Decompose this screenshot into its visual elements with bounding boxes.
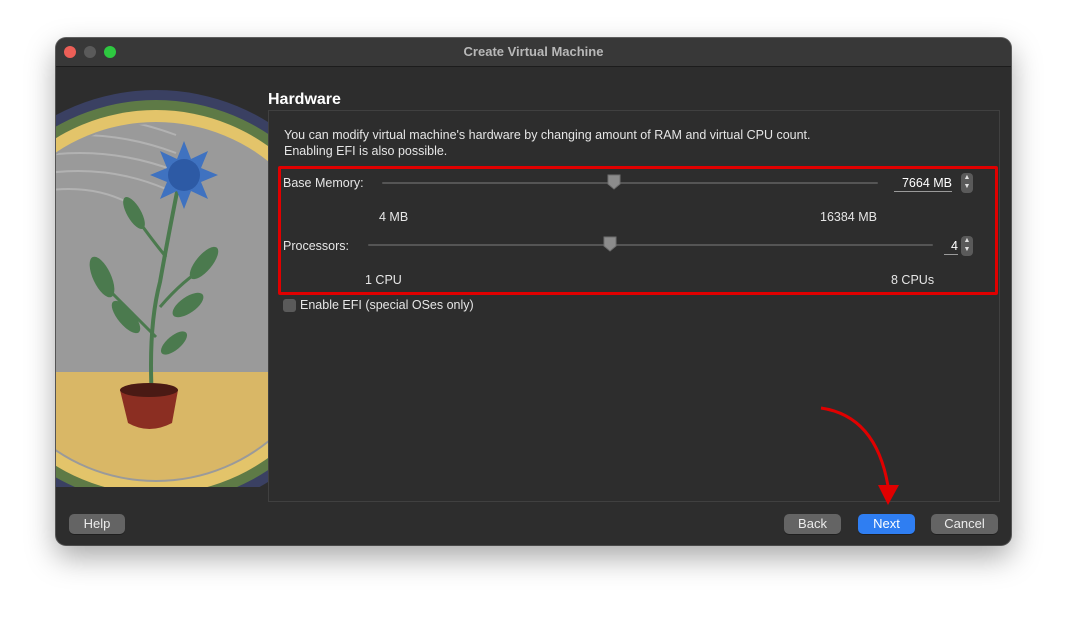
window-title: Create Virtual Machine xyxy=(463,44,604,59)
base-memory-stepper[interactable]: ▲ ▼ xyxy=(961,173,973,193)
chevron-up-icon[interactable]: ▲ xyxy=(961,236,973,245)
base-memory-value-field[interactable]: 7664 MB xyxy=(894,176,952,192)
chevron-down-icon[interactable]: ▼ xyxy=(961,245,973,254)
base-memory-min-label: 4 MB xyxy=(379,210,409,224)
base-memory-slider-thumb[interactable] xyxy=(607,174,621,190)
processors-value-field[interactable]: 4 xyxy=(944,239,958,255)
processors-slider[interactable] xyxy=(368,244,933,246)
cancel-button[interactable]: Cancel xyxy=(931,514,998,534)
next-button[interactable]: Next xyxy=(858,514,915,534)
create-vm-window: Create Virtual Machine Hardware You can … xyxy=(56,38,1011,545)
processors-stepper[interactable]: ▲ ▼ xyxy=(961,236,973,256)
processors-max-label: 8 CPUs xyxy=(891,273,935,287)
description-line-2: Enabling EFI is also possible. xyxy=(284,144,448,158)
help-button[interactable]: Help xyxy=(69,514,125,534)
chevron-down-icon[interactable]: ▼ xyxy=(961,182,973,191)
base-memory-slider[interactable] xyxy=(382,182,878,184)
enable-efi-label[interactable]: Enable EFI (special OSes only) xyxy=(300,298,474,312)
page-description: You can modify virtual machine's hardwar… xyxy=(284,127,984,159)
page-heading: Hardware xyxy=(268,91,341,108)
processors-slider-thumb[interactable] xyxy=(603,236,617,252)
base-memory-max-label: 16384 MB xyxy=(820,210,877,224)
wizard-illustration xyxy=(56,67,268,487)
chevron-up-icon[interactable]: ▲ xyxy=(961,173,973,182)
base-memory-label: Base Memory: xyxy=(283,176,364,190)
back-button[interactable]: Back xyxy=(784,514,841,534)
processors-label: Processors: xyxy=(283,239,349,253)
enable-efi-checkbox[interactable] xyxy=(283,299,296,312)
title-bar: Create Virtual Machine xyxy=(56,38,1011,67)
description-line-1: You can modify virtual machine's hardwar… xyxy=(284,128,811,142)
processors-min-label: 1 CPU xyxy=(365,273,402,287)
